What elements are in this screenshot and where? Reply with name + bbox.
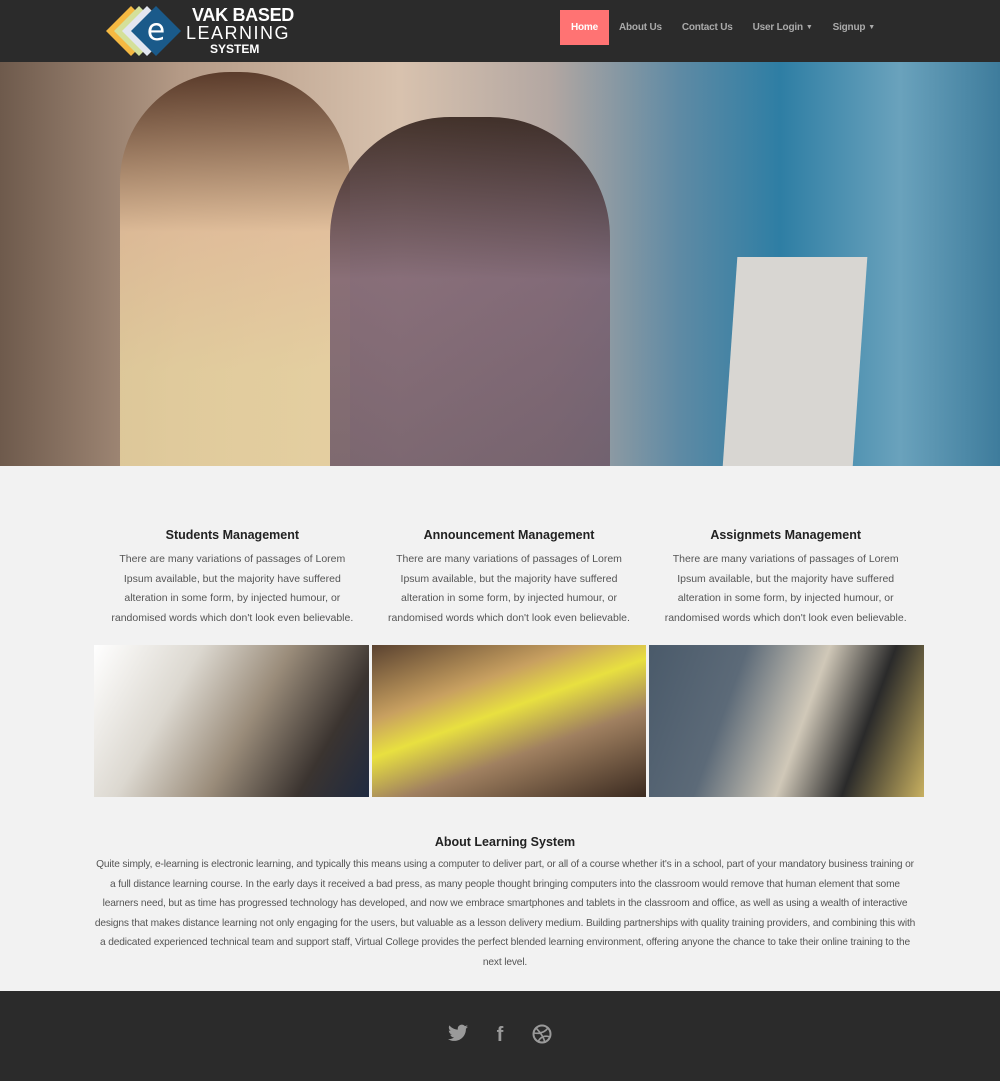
facebook-icon[interactable]: f <box>490 1024 510 1050</box>
feature-images <box>94 645 925 797</box>
nav-home[interactable]: Home <box>560 10 609 45</box>
about-title: About Learning System <box>434 835 576 849</box>
nav-about-us[interactable]: About Us <box>609 10 672 45</box>
social-links: f <box>0 1024 1000 1050</box>
hero-person-1 <box>120 72 350 466</box>
hero-image <box>0 62 1000 466</box>
brand-logo[interactable]: e VAK BASED LEARNING SYSTEM <box>104 4 319 58</box>
features-section: Students Management There are many varia… <box>94 528 924 628</box>
logo-diamond-icon: e <box>106 6 181 56</box>
nav-contact-label: Contact Us <box>681 22 733 33</box>
feature-assignments: Assignmets Management There are many var… <box>647 528 924 628</box>
feature-text: There are many variations of passages of… <box>664 553 907 624</box>
nav-about-label: About Us <box>618 22 662 33</box>
feature-students: Students Management There are many varia… <box>94 528 371 628</box>
nav-signup-label: Signup <box>832 22 866 33</box>
nav-signup[interactable]: Signup ▼ <box>823 10 885 45</box>
feature-title: Assignmets Management <box>710 528 862 542</box>
brand-line-2: LEARNING <box>186 23 291 43</box>
feature-title: Students Management <box>165 528 300 542</box>
nav-user-login[interactable]: User Login ▼ <box>743 10 823 45</box>
feature-image-phone-laptop <box>371 645 647 797</box>
caret-down-icon: ▼ <box>868 24 876 31</box>
caret-down-icon: ▼ <box>805 24 813 31</box>
about-section: About Learning System Quite simply, e-le… <box>94 835 916 972</box>
svg-text:e: e <box>147 13 165 48</box>
main-menu: Home About Us Contact Us User Login ▼ Sig… <box>560 10 885 45</box>
navbar: e VAK BASED LEARNING SYSTEM Home About U… <box>0 0 1000 62</box>
hero-laptop <box>722 257 868 466</box>
twitter-icon[interactable] <box>448 1024 468 1050</box>
feature-image-laptop-typing <box>94 645 369 797</box>
feature-text: There are many variations of passages of… <box>111 553 354 624</box>
feature-announcement: Announcement Management There are many v… <box>371 528 648 628</box>
hero-person-2 <box>330 117 610 466</box>
dribbble-icon[interactable] <box>532 1024 552 1050</box>
nav-contact-us[interactable]: Contact Us <box>672 10 743 45</box>
feature-title: Announcement Management <box>423 528 595 542</box>
feature-text: There are many variations of passages of… <box>388 553 630 624</box>
about-text: Quite simply, e-learning is electronic l… <box>94 859 916 968</box>
nav-login-label: User Login <box>752 22 803 33</box>
brand-line-3: SYSTEM <box>210 42 260 56</box>
nav-home-label: Home <box>571 22 598 33</box>
feature-image-elearning <box>649 645 925 797</box>
